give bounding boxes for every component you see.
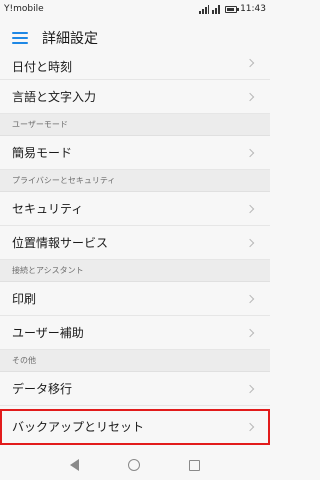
mobile-signal-icon — [212, 4, 222, 14]
status-bar: Y!mobile 11:43 — [0, 0, 270, 18]
list-item-label: バックアップとリセット — [12, 420, 145, 434]
list-item-label: 簡易モード — [12, 146, 73, 160]
chevron-right-icon — [246, 148, 256, 158]
carrier-label: Y!mobile — [4, 4, 44, 14]
signal-icon — [199, 4, 210, 14]
system-nav-bar — [0, 450, 270, 480]
status-time: 11:43 — [240, 4, 266, 14]
section-header-privacy-security: プライバシーとセキュリティ — [0, 170, 270, 192]
list-item-language-input[interactable]: 言語と文字入力 — [0, 80, 270, 114]
list-item-backup-reset[interactable]: バックアップとリセット — [0, 409, 270, 445]
chevron-right-icon — [246, 294, 256, 304]
home-icon[interactable] — [127, 459, 140, 471]
chevron-right-icon — [246, 92, 256, 102]
back-icon[interactable] — [69, 459, 79, 471]
list-item-label: 印刷 — [12, 292, 37, 306]
recent-apps-icon[interactable] — [189, 459, 201, 471]
list-item-label: 位置情報サービス — [12, 236, 109, 250]
list-item-label: ユーザー補助 — [12, 326, 84, 340]
list-item-security[interactable]: セキュリティ — [0, 192, 270, 226]
list-item-label: データ移行 — [12, 382, 73, 396]
chevron-right-icon — [246, 204, 256, 214]
list-item-date-time[interactable]: 日付と時刻 — [0, 58, 270, 80]
chevron-right-icon — [246, 238, 256, 248]
chevron-right-icon — [246, 384, 256, 394]
section-header-connection-assistant: 接続とアシスタント — [0, 260, 270, 282]
list-item-label: セキュリティ — [12, 202, 84, 216]
app-bar: 詳細設定 — [0, 18, 270, 58]
list-item-print[interactable]: 印刷 — [0, 282, 270, 316]
section-header-user-mode: ユーザーモード — [0, 114, 270, 136]
page-title: 詳細設定 — [42, 31, 98, 47]
status-icons: 11:43 — [199, 4, 266, 14]
list-item-user-assist[interactable]: ユーザー補助 — [0, 316, 270, 350]
chevron-right-icon — [246, 58, 256, 68]
list-item-data-migration[interactable]: データ移行 — [0, 372, 270, 406]
chevron-right-icon — [246, 422, 256, 432]
menu-icon[interactable] — [12, 32, 28, 44]
list-item-label: 日付と時刻 — [12, 60, 73, 74]
list-item-label: 言語と文字入力 — [12, 90, 97, 104]
chevron-right-icon — [246, 328, 256, 338]
list-item-location-services[interactable]: 位置情報サービス — [0, 226, 270, 260]
battery-icon — [225, 5, 240, 13]
list-item-easy-mode[interactable]: 簡易モード — [0, 136, 270, 170]
settings-list: 日付と時刻 言語と文字入力 ユーザーモード 簡易モード プライバシーとセキュリテ… — [0, 58, 270, 445]
section-header-other: その他 — [0, 350, 270, 372]
